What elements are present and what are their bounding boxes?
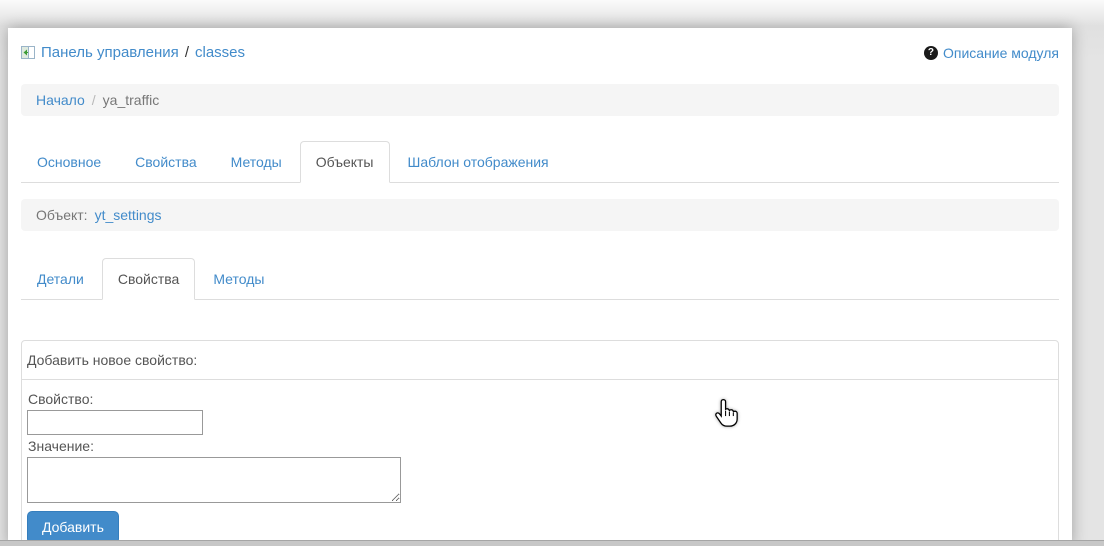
- module-description-label: Описание модуля: [942, 44, 1059, 61]
- object-label: Объект:: [36, 207, 88, 223]
- object-link[interactable]: yt_settings: [95, 207, 162, 223]
- tab-sub-methods[interactable]: Методы: [197, 258, 280, 300]
- value-textarea[interactable]: [27, 457, 401, 503]
- content-page: Панель управления / classes ? Описание м…: [8, 28, 1072, 546]
- tab-sub-details[interactable]: Детали: [21, 258, 100, 300]
- tab-main-methods[interactable]: Методы: [215, 141, 298, 183]
- main-tabs: Основное Свойства Методы Объекты Шаблон …: [21, 141, 1059, 183]
- tab-main-general[interactable]: Основное: [21, 141, 117, 183]
- page-header: Панель управления / classes ? Описание м…: [21, 44, 1059, 61]
- panel-title: Добавить новое свойство:: [22, 341, 1058, 380]
- tab-main-properties[interactable]: Свойства: [119, 141, 212, 183]
- control-panel-link[interactable]: Панель управления: [41, 44, 179, 61]
- question-icon: ?: [923, 45, 938, 60]
- module-description-link[interactable]: ? Описание модуля: [923, 44, 1059, 61]
- value-label: Значение:: [28, 438, 94, 454]
- tab-main-display-template[interactable]: Шаблон отображения: [392, 141, 565, 183]
- tab-sub-properties[interactable]: Свойства: [101, 258, 196, 300]
- module-link[interactable]: classes: [195, 44, 245, 61]
- add-property-panel: Добавить новое свойство: Свойство: Значе…: [21, 340, 1059, 546]
- control-panel-icon: [21, 46, 35, 59]
- breadcrumb-separator: /: [91, 92, 96, 108]
- property-label: Свойство:: [28, 391, 94, 407]
- property-input[interactable]: [27, 410, 203, 435]
- header-separator: /: [184, 44, 189, 61]
- object-bar: Объект: yt_settings: [21, 199, 1059, 231]
- sub-tabs: Детали Свойства Методы: [21, 258, 1059, 300]
- breadcrumb-home-link[interactable]: Начало: [36, 92, 85, 108]
- breadcrumb: Начало / ya_traffic: [21, 84, 1059, 116]
- breadcrumb-current: ya_traffic: [102, 92, 160, 108]
- tab-main-objects[interactable]: Объекты: [299, 141, 390, 183]
- footer-strip: [0, 540, 1104, 546]
